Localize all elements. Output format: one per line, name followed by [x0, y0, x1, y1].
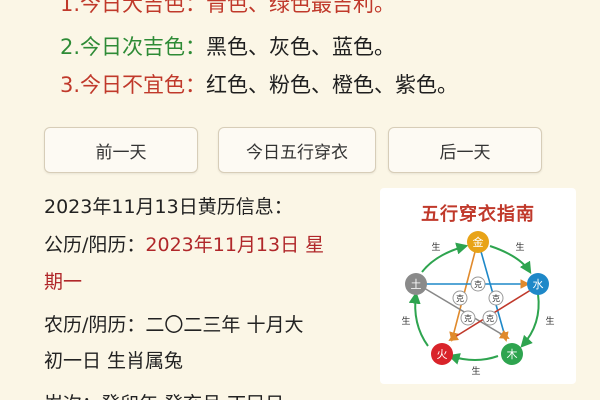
avoid-prefix: 3.今日不宜色：: [60, 73, 207, 97]
fire-label: 火: [437, 348, 448, 361]
element-earth: 土: [405, 273, 427, 295]
water-label: 水: [533, 278, 544, 291]
next-day-button[interactable]: 后一天: [388, 127, 542, 173]
ke-cycle-arrows: [420, 247, 535, 342]
today-wuxing-button[interactable]: 今日五行穿衣: [218, 127, 376, 173]
ke-label: 克: [474, 280, 482, 289]
color-line-lucky: 1.今日大吉色：青色、绿色最吉利。: [60, 0, 395, 19]
lucky-prefix: 1.今日大吉色：: [60, 0, 207, 16]
sheng-cycle-arrows: [408, 242, 540, 365]
sheng-labels: 生 生 生 生 生: [401, 241, 554, 377]
ganzhi-line: 岁次：癸卯年 癸亥月 丁巳日: [44, 389, 284, 400]
day-nav: 前一天 今日五行穿衣 后一天: [0, 127, 600, 177]
second-values: 黑色、灰色、蓝色。: [206, 35, 396, 59]
color-line-second: 2.今日次吉色：黑色、灰色、蓝色。: [60, 32, 395, 62]
element-metal: 金: [467, 231, 489, 253]
prev-day-button[interactable]: 前一天: [44, 127, 198, 173]
solar-date-line: 公历/阳历：2023年11月13日 星: [44, 230, 324, 260]
lunar-date-line: 农历/阴历：二〇二三年 十月大: [44, 310, 303, 340]
sheng-label: 生: [431, 241, 440, 253]
element-wood: 木: [501, 343, 523, 365]
color-line-avoid: 3.今日不宜色：红色、粉色、橙色、紫色。: [60, 70, 458, 100]
lucky-color-list: 1.今日大吉色：青色、绿色最吉利。 2.今日次吉色：黑色、灰色、蓝色。 3.今日…: [0, 0, 600, 110]
lunar-label: 农历/阴历：: [44, 314, 146, 336]
ke-label: 克: [486, 314, 494, 323]
solar-label: 公历/阳历：: [44, 234, 146, 256]
ke-label: 克: [456, 294, 464, 303]
wuxing-diagram: 克 克 克 克 克 生 生 生 生 生 金 水 木 火 土: [401, 231, 555, 377]
ke-label: 克: [492, 294, 500, 303]
wood-label: 木: [507, 348, 518, 361]
earth-label: 土: [411, 278, 422, 291]
wuxing-guide-card[interactable]: 五行穿衣指南 克 克 克 克 克 生 生 生 生 生 金 水 木 火 土: [380, 188, 576, 384]
sheng-label: 生: [515, 241, 524, 253]
ke-label: 克: [464, 314, 472, 323]
sheng-label: 生: [471, 365, 480, 377]
element-water: 水: [527, 273, 549, 295]
lunar-day-zodiac: 初一日 生肖属兔: [44, 350, 184, 372]
solar-weekday: 期一: [44, 271, 83, 293]
sheng-label: 生: [545, 315, 554, 327]
element-fire: 火: [431, 343, 453, 365]
avoid-values: 红色、粉色、橙色、紫色。: [206, 73, 459, 97]
almanac-heading: 2023年11月13日黄历信息：: [44, 196, 293, 218]
second-prefix: 2.今日次吉色：: [60, 35, 207, 59]
solar-value: 2023年11月13日 星: [145, 234, 325, 256]
sheng-label: 生: [401, 315, 410, 327]
lucky-values: 青色、绿色最吉利。: [206, 0, 396, 16]
lunar-value: 二〇二三年 十月大: [145, 314, 304, 336]
metal-label: 金: [473, 235, 484, 249]
